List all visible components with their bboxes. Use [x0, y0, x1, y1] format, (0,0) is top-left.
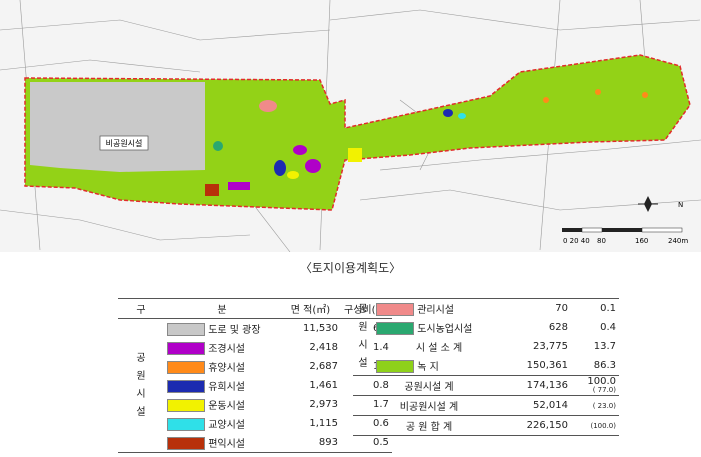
north-label: N [678, 201, 683, 209]
scale-tick-0: 0 20 40 [563, 237, 590, 245]
row-name: 도시농업시설 [373, 318, 505, 337]
legend-swatch [167, 361, 205, 375]
row-area: 11,530 [303, 323, 338, 334]
legend-swatch [167, 323, 205, 337]
group-label-park-right: 공원시설 [358, 304, 368, 369]
park-total-ratio: 100.0( 77.0) [587, 376, 616, 395]
legend-swatch-r [376, 303, 414, 317]
row-area: 2,687 [309, 361, 338, 372]
row-ratio: 86.3 [593, 360, 616, 371]
nonpark-total-label: 비공원시설 계 [399, 402, 459, 413]
row-name: 편익시설 [164, 433, 280, 453]
row-name: 휴양시설 [164, 357, 280, 376]
grand-total-area: 226,150 [526, 420, 568, 431]
scale-tick-1: 80 [597, 237, 606, 245]
header-bun: 분 [164, 298, 280, 319]
row-name: 교양시설 [164, 414, 280, 433]
row-name: 녹 지 [373, 356, 505, 376]
row-ratio: 0.4 [600, 322, 616, 333]
row-area: 893 [280, 433, 341, 453]
row-area: 150,361 [526, 360, 568, 371]
legend-swatch [167, 418, 205, 432]
nonpark-total-area: 52,014 [533, 400, 568, 411]
scale-tick-3: 240m [668, 237, 688, 245]
legend-swatch [167, 342, 205, 356]
legend-swatch-r [376, 322, 414, 336]
row-ratio: 0.1 [600, 303, 616, 314]
subtotal-label: 시 설 소 계 [415, 343, 463, 354]
group-label-park: 공원시설 [118, 318, 164, 453]
park-total-area: 174,136 [526, 380, 568, 391]
row-name: 조경시설 [164, 338, 280, 357]
grand-total-label: 공 원 합 계 [405, 422, 453, 433]
nonpark-label: 비공원시설 [106, 138, 143, 148]
grand-total-ratio: (100.0) [590, 421, 616, 430]
figure-caption: 〈토지이용계획도〉 [299, 261, 402, 275]
row-name: 관리시설 [373, 299, 505, 319]
legend-swatch [167, 437, 205, 451]
legend-swatch-r [376, 360, 414, 374]
header-gu: 구 [118, 298, 164, 319]
row-area: 1,115 [309, 418, 338, 429]
row-name: 운동시설 [164, 395, 280, 414]
row-area: 23,775 [533, 341, 568, 352]
row-name: 유희시설 [164, 376, 280, 395]
legend-swatch [167, 380, 205, 394]
land-use-table-right: 공원시설 관리시설 70 0.1 도시농업시설 628 0.4 시 설 소 계 23,… [353, 298, 619, 436]
row-ratio: 13.7 [593, 341, 616, 352]
park-total-label: 공원시설 계 [404, 382, 454, 393]
row-area: 1,461 [309, 380, 338, 391]
nonpark-area [30, 82, 205, 172]
row-area: 70 [555, 303, 568, 314]
header-area: 면 적(㎡) [280, 298, 341, 319]
row-area: 2,418 [309, 342, 338, 353]
row-area: 628 [548, 322, 568, 333]
row-name: 도로 및 광장 [164, 319, 280, 339]
row-area: 2,973 [309, 399, 338, 410]
legend-swatch [167, 399, 205, 413]
land-use-map: 비공원시설 N 0 20 40 80 160 240m [0, 0, 701, 252]
scale-tick-2: 160 [635, 237, 648, 245]
land-use-table-left: 구 분 면 적(㎡) 구성비(%) 공원시설 도로 및 광장 11,530 6.… [118, 298, 392, 453]
nonpark-total-ratio: ( 23.0) [592, 401, 616, 410]
